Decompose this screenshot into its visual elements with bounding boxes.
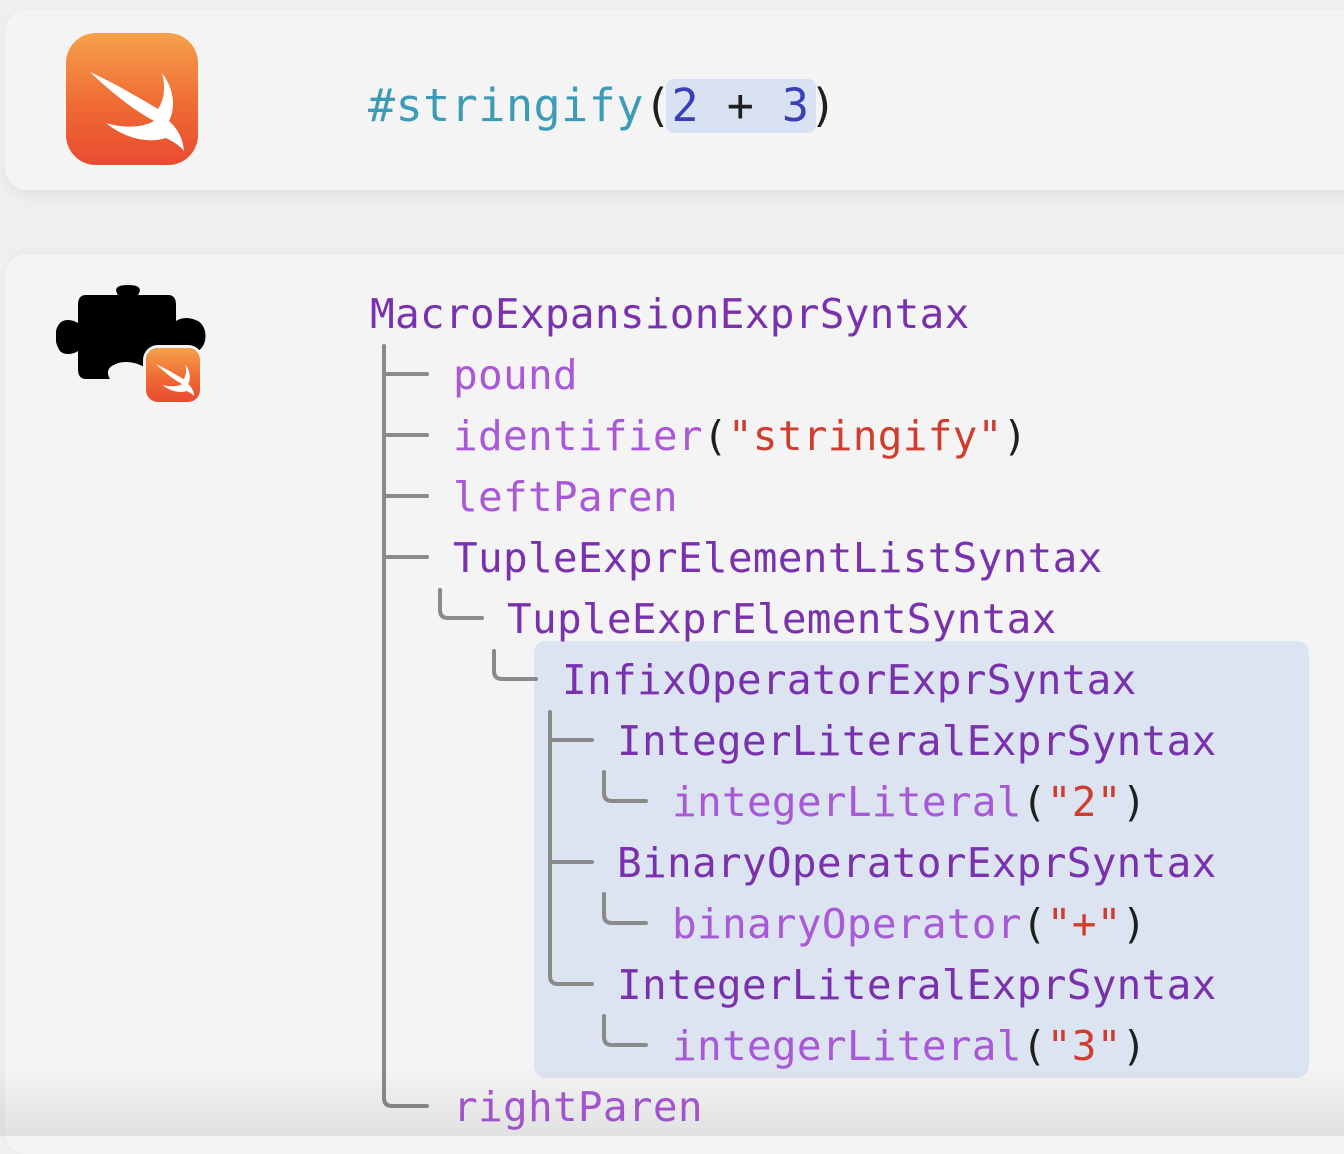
lhs-open-paren: ( (1021, 778, 1047, 826)
root-node-label: MacroExpansionExprSyntax (370, 290, 970, 338)
mini-swift-icon (146, 348, 200, 402)
pound-token-label: pound (453, 351, 578, 399)
tree-left-paren-node: leftParen (453, 471, 678, 523)
infix-node-label: InfixOperatorExprSyntax (562, 656, 1137, 704)
swift-app-icon (66, 33, 198, 165)
tuple-element-label: TupleExprElementSyntax (507, 595, 1057, 643)
macro-argument-highlight: 2 + 3 (665, 79, 816, 133)
rhs-token-label: integerLiteral (672, 1022, 1022, 1070)
macro-puzzle-icon (56, 285, 208, 402)
mini-swift-bird-icon (155, 363, 195, 397)
tree-lhs-node: IntegerLiteralExprSyntax (617, 715, 1217, 767)
lhs-value: "2" (1046, 778, 1122, 826)
tuple-list-label: TupleExprElementListSyntax (453, 534, 1103, 582)
left-paren-token-label: leftParen (453, 473, 678, 521)
tree-lhs-token: integerLiteral("2") (672, 776, 1147, 828)
identifier-close-paren: ) (1002, 412, 1028, 460)
macro-usage-code: #stringify(2 + 3) (368, 79, 837, 133)
lhs-close-paren: ) (1121, 778, 1147, 826)
tree-pound-node: pound (453, 349, 578, 401)
code-operator: + (726, 79, 755, 132)
lhs-token-label: integerLiteral (672, 778, 1022, 826)
tree-rhs-token: integerLiteral("3") (672, 1020, 1147, 1072)
rhs-open-paren: ( (1021, 1022, 1047, 1070)
tree-root-node: MacroExpansionExprSyntax (370, 288, 970, 340)
code-close-paren: ) (809, 79, 838, 132)
identifier-value: "stringify" (727, 412, 1003, 460)
code-lhs-number: 2 (671, 79, 700, 132)
rhs-close-paren: ) (1121, 1022, 1147, 1070)
tree-infix-node: InfixOperatorExprSyntax (562, 654, 1137, 706)
tree-right-paren-node: rightParen (453, 1081, 703, 1133)
tree-rhs-node: IntegerLiteralExprSyntax (617, 959, 1217, 1011)
identifier-token-label: identifier (453, 412, 703, 460)
right-paren-token-label: rightParen (453, 1083, 703, 1131)
operator-value: "+" (1046, 900, 1122, 948)
code-rhs-number: 3 (781, 79, 810, 132)
rhs-value: "3" (1046, 1022, 1122, 1070)
tree-identifier-node: identifier("stringify") (453, 410, 1028, 462)
operator-open-paren: ( (1021, 900, 1047, 948)
tree-tuple-list-node: TupleExprElementListSyntax (453, 532, 1103, 584)
swift-bird-icon (90, 72, 184, 151)
operator-token-label: binaryOperator (672, 900, 1022, 948)
tree-tuple-element-node: TupleExprElementSyntax (507, 593, 1057, 645)
rhs-node-label: IntegerLiteralExprSyntax (617, 961, 1217, 1009)
macro-name: #stringify (368, 79, 644, 132)
identifier-open-paren: ( (702, 412, 728, 460)
operator-close-paren: ) (1121, 900, 1147, 948)
operator-node-label: BinaryOperatorExprSyntax (617, 839, 1217, 887)
lhs-node-label: IntegerLiteralExprSyntax (617, 717, 1217, 765)
tree-operator-node: BinaryOperatorExprSyntax (617, 837, 1217, 889)
tree-operator-token: binaryOperator("+") (672, 898, 1147, 950)
